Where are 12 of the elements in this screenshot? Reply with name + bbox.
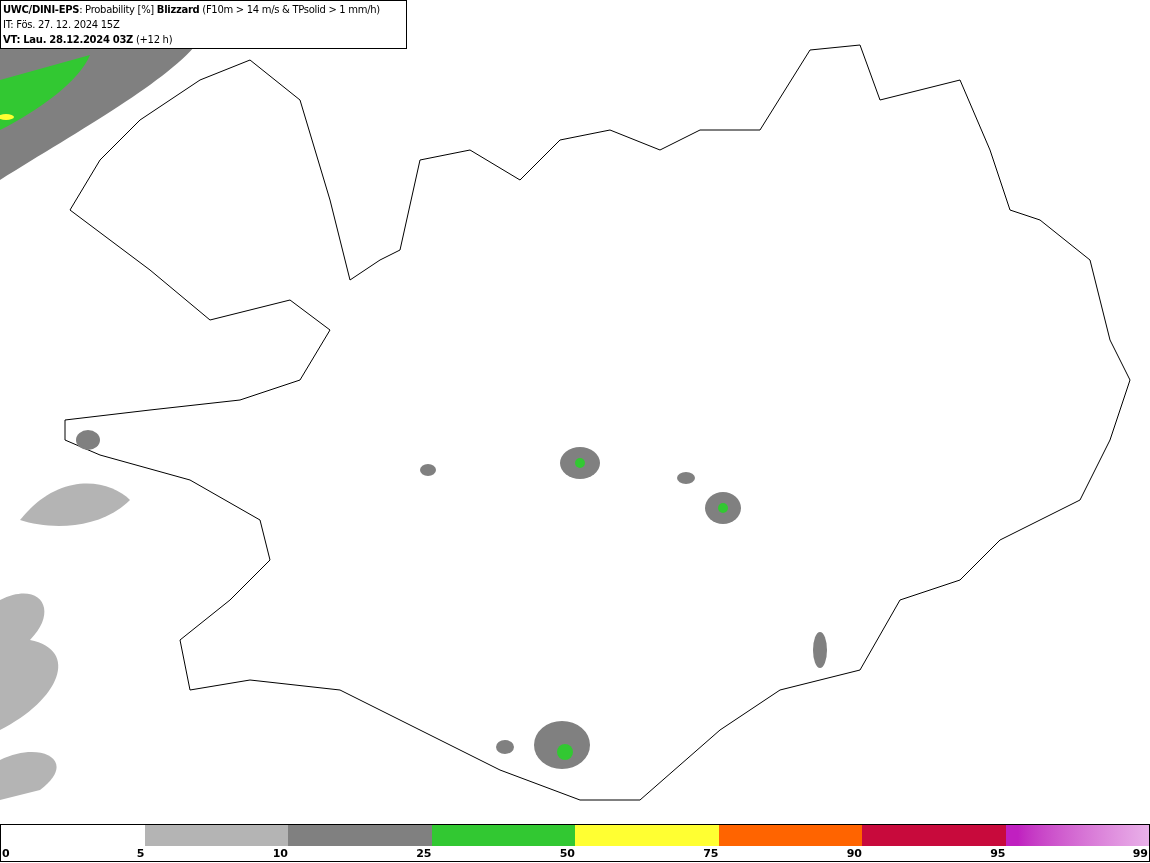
title-line: VT: Lau. 28.12.2024 03Z (+12 h) [3,33,173,47]
legend-tick-label: 90 [846,847,862,860]
legend-tick-label: 5 [136,847,145,860]
legend-tick-label: 10 [272,847,288,860]
legend-tick-label: 95 [990,847,1006,860]
legend-tick-label: 75 [703,847,719,860]
title-line: IT: Fös. 27. 12. 2024 15Z [3,18,120,32]
legend-tick-label: 99 [1132,847,1148,860]
legend-tick-label: 0 [2,847,10,860]
legend-tick-label: 50 [559,847,575,860]
title-line: UWC/DINI-EPS: Probability [%] Blizzard (F10m > 14 m/s & TPsolid > 1 mm/h) [3,3,380,17]
legend-tick-label: 25 [416,847,432,860]
